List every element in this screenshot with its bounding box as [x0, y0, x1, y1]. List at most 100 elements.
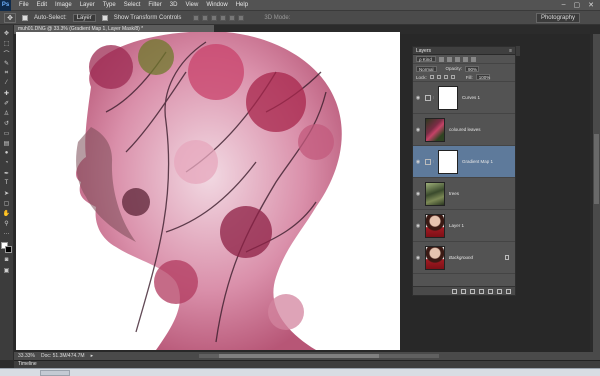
filter-kind-dropdown[interactable]: ρ Kind — [416, 56, 436, 62]
align-left-icon[interactable] — [220, 14, 227, 21]
document-canvas[interactable] — [16, 32, 400, 350]
workspace-dropdown[interactable]: Photography — [535, 12, 580, 23]
crop-tool-icon[interactable]: ⌗ — [2, 69, 12, 77]
add-mask-icon[interactable] — [470, 288, 475, 294]
layer-row-coloured-leaves[interactable]: ◉ coloured leaves — [413, 114, 515, 146]
zoom-tool-icon[interactable]: ⚲ — [2, 219, 12, 227]
menu-select[interactable]: Select — [120, 0, 145, 11]
history-brush-tool-icon[interactable]: ↺ — [2, 119, 12, 127]
align-center-icon[interactable] — [229, 14, 236, 21]
clone-stamp-tool-icon[interactable]: ♙ — [2, 109, 12, 117]
panel-collapse-handle[interactable] — [516, 46, 520, 56]
menu-filter[interactable]: Filter — [144, 0, 165, 11]
layer-row-gradient-map-1[interactable]: ◉ ⁝ Gradient Map 1 — [413, 146, 515, 178]
filter-pixel-icon[interactable] — [439, 56, 444, 62]
visibility-eye-icon[interactable]: ◉ — [413, 95, 423, 101]
align-middle-icon[interactable] — [202, 14, 209, 21]
quick-mask-icon[interactable]: ◙ — [2, 256, 12, 264]
layer-mask-thumbnail[interactable] — [438, 85, 458, 110]
shape-tool-icon[interactable]: ▢ — [2, 199, 12, 207]
new-adjustment-layer-icon[interactable] — [479, 288, 484, 294]
dodge-tool-icon[interactable]: ◔ — [2, 159, 12, 167]
close-icon[interactable]: ✕ — [588, 1, 594, 9]
new-layer-icon[interactable] — [497, 288, 502, 294]
filter-type-icon[interactable] — [455, 56, 460, 62]
healing-brush-tool-icon[interactable]: ✚ — [2, 89, 12, 97]
lock-image-icon[interactable] — [436, 75, 441, 79]
visibility-eye-icon[interactable]: ◉ — [413, 191, 423, 197]
fill-input[interactable]: 100% — [475, 74, 490, 80]
new-group-icon[interactable] — [488, 288, 493, 294]
filter-smart-object-icon[interactable] — [471, 56, 476, 62]
auto-select-checkbox[interactable] — [22, 14, 28, 21]
scrollbar-thumb[interactable] — [594, 134, 599, 204]
delete-layer-icon[interactable] — [506, 288, 511, 294]
brush-tool-icon[interactable]: ✐ — [2, 99, 12, 107]
document-size[interactable]: Doc: 51.3M/474.7M — [41, 353, 85, 359]
layer-row-trees[interactable]: ◉ trees — [413, 178, 515, 210]
canvas-vertical-scrollbar[interactable] — [593, 34, 600, 352]
more-tools-icon[interactable]: … — [2, 229, 12, 237]
status-menu-arrow-icon[interactable]: ▸ — [91, 353, 94, 359]
timeline-panel-tab[interactable]: Timeline — [14, 360, 600, 368]
lock-transparent-icon[interactable] — [429, 75, 434, 79]
opacity-label: Opacity: — [445, 66, 463, 71]
menu-help[interactable]: Help — [232, 0, 252, 11]
quick-select-tool-icon[interactable]: ✎ — [2, 59, 12, 67]
link-layers-icon[interactable] — [452, 288, 457, 294]
path-selection-tool-icon[interactable]: ➤ — [2, 189, 12, 197]
menu-layer[interactable]: Layer — [76, 0, 99, 11]
background-color-swatch[interactable] — [4, 246, 12, 253]
blur-tool-icon[interactable]: ● — [2, 149, 12, 157]
visibility-eye-icon[interactable]: ◉ — [413, 127, 423, 133]
visibility-eye-icon[interactable]: ◉ — [413, 255, 423, 261]
blend-mode-dropdown[interactable]: Normal — [416, 65, 437, 72]
menu-image[interactable]: Image — [51, 0, 76, 11]
menu-window[interactable]: Window — [202, 0, 231, 11]
zoom-level[interactable]: 33.33% — [18, 353, 35, 359]
type-tool-icon[interactable]: T — [2, 179, 12, 187]
layer-row-layer-1[interactable]: ◉ Layer 1 — [413, 210, 515, 242]
taskbar-app-button[interactable] — [40, 370, 70, 376]
align-bottom-icon[interactable] — [211, 14, 218, 21]
gradient-tool-icon[interactable]: ▤ — [2, 139, 12, 147]
menu-type[interactable]: Type — [99, 0, 120, 11]
lock-position-icon[interactable] — [443, 75, 448, 79]
align-right-icon[interactable] — [238, 14, 245, 21]
color-swatches[interactable] — [0, 242, 13, 254]
opacity-input[interactable]: 90% — [465, 65, 480, 72]
mask-link-icon[interactable]: ⁝ — [433, 95, 437, 100]
hand-tool-icon[interactable]: ✋ — [2, 209, 12, 217]
eyedropper-tool-icon[interactable]: ⁄ — [2, 79, 12, 87]
lasso-tool-icon[interactable]: ⌒ — [2, 49, 12, 58]
minimize-icon[interactable]: – — [562, 1, 566, 9]
layers-panel-tab[interactable]: Layers ≡ — [413, 47, 515, 55]
menu-3d[interactable]: 3D — [166, 0, 182, 11]
menu-edit[interactable]: Edit — [33, 0, 51, 11]
scrollbar-thumb[interactable] — [219, 354, 380, 358]
maximize-icon[interactable]: ▢ — [574, 1, 581, 9]
visibility-eye-icon[interactable]: ◉ — [413, 159, 423, 165]
lock-all-icon[interactable] — [450, 75, 455, 79]
menu-view[interactable]: View — [181, 0, 202, 11]
mask-link-icon[interactable]: ⁝ — [433, 159, 437, 164]
layer-mask-thumbnail[interactable] — [438, 149, 458, 174]
visibility-eye-icon[interactable]: ◉ — [413, 223, 423, 229]
layer-style-icon[interactable] — [461, 288, 466, 294]
menu-file[interactable]: File — [15, 0, 33, 11]
move-tool-preset-icon[interactable]: ✥ — [4, 12, 16, 23]
canvas-horizontal-scrollbar[interactable] — [199, 354, 440, 358]
auto-select-dropdown[interactable]: Layer — [72, 13, 96, 22]
filter-adjustment-icon[interactable] — [447, 56, 452, 62]
screen-mode-icon[interactable]: ▣ — [2, 266, 12, 274]
panel-menu-icon[interactable]: ≡ — [509, 47, 512, 55]
pen-tool-icon[interactable]: ✒ — [2, 169, 12, 177]
align-top-icon[interactable] — [193, 14, 200, 21]
layer-row-curves-1[interactable]: ◉ ⁝ Curves 1 — [413, 82, 515, 114]
show-transform-checkbox[interactable] — [101, 14, 108, 21]
move-tool-icon[interactable]: ✥ — [2, 29, 12, 37]
layer-row-background[interactable]: ◉ Background — [413, 242, 515, 274]
filter-shape-icon[interactable] — [463, 56, 468, 62]
marquee-tool-icon[interactable]: ⬚ — [2, 39, 12, 47]
eraser-tool-icon[interactable]: ▭ — [2, 129, 12, 137]
